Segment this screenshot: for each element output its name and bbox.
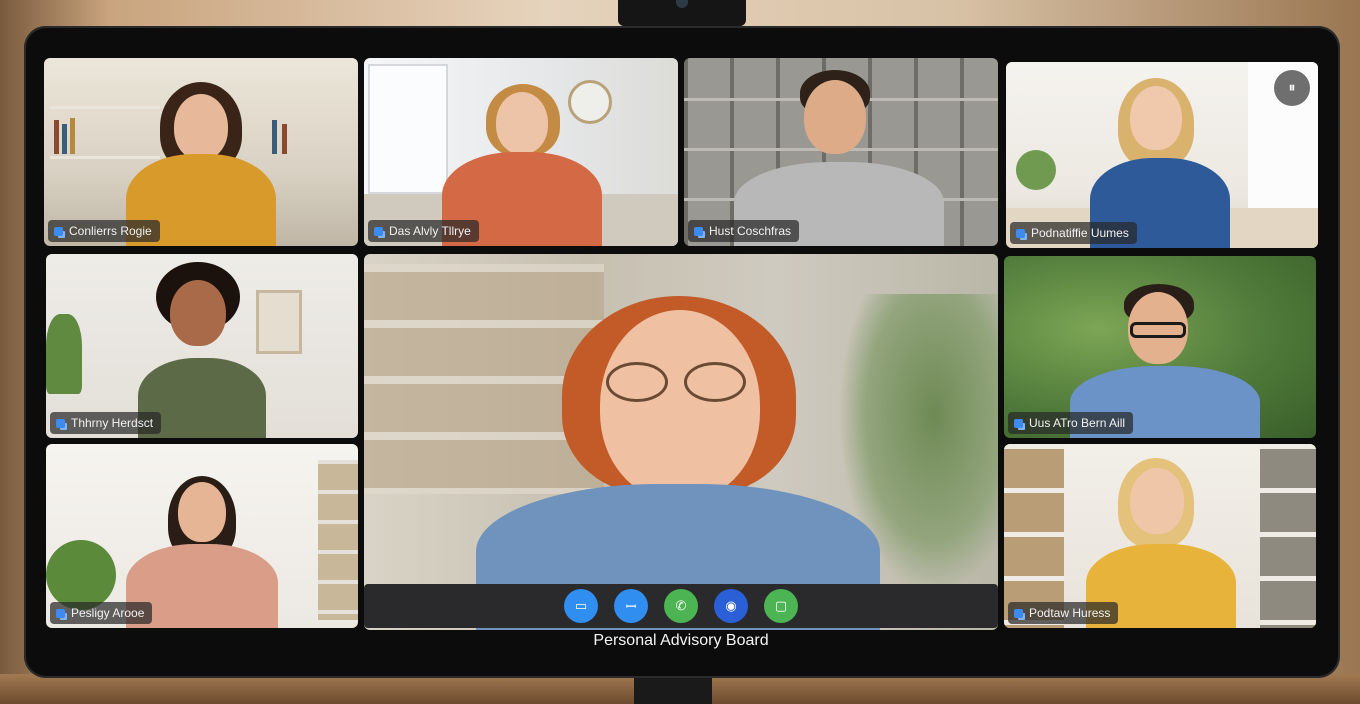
phone-icon: ✆	[675, 598, 687, 614]
mic-icon	[1016, 228, 1025, 238]
participant-tile[interactable]: Das Alvly Tllrye	[364, 58, 678, 246]
bookshelf	[1004, 444, 1064, 628]
mic-icon	[54, 226, 63, 236]
mic-icon	[56, 608, 65, 618]
bookshelf	[1260, 444, 1316, 628]
participant-name: Conlierrs Rogie	[69, 224, 152, 238]
call-button[interactable]: ✆	[664, 589, 698, 623]
pause-icon: ⏸	[1288, 80, 1296, 96]
participant-name: Podtaw Huress	[1029, 606, 1111, 620]
book	[282, 124, 287, 154]
participant-tile[interactable]: ⏸ Podnatiffie Uumes	[1006, 62, 1318, 248]
chat-icon: ▭	[574, 598, 588, 614]
people-icon: ꟷ	[625, 600, 637, 615]
face	[178, 482, 226, 542]
record-icon: ◉	[725, 598, 737, 614]
call-control-bar: ▭ ꟷ ✆ ◉ ▢	[364, 584, 998, 628]
meeting-title: Personal Advisory Board	[593, 632, 769, 649]
participant-name-tag: Das Alvly Tllrye	[368, 220, 479, 242]
book	[54, 120, 59, 154]
face	[170, 280, 226, 346]
mic-icon	[1014, 418, 1023, 428]
bookshelf	[50, 106, 160, 109]
glasses	[1130, 322, 1186, 338]
wall-picture	[256, 290, 302, 354]
monitor-stand	[634, 676, 712, 704]
participant-tile[interactable]: Podtaw Huress	[1004, 444, 1316, 628]
participant-tile[interactable]: Conlierrs Rogie	[44, 58, 358, 246]
mic-icon	[56, 418, 65, 428]
window	[368, 64, 448, 194]
participants-button[interactable]: ꟷ	[614, 589, 648, 623]
participant-name-tag: Pesligy Arooe	[50, 602, 153, 624]
participant-name: Pesligy Arooe	[71, 606, 145, 620]
face	[600, 310, 760, 500]
participant-tile[interactable]: Thhrny Herdsct	[46, 254, 358, 438]
webcam	[618, 0, 746, 26]
webcam-lens	[676, 0, 688, 8]
participant-name-tag: Podtaw Huress	[1008, 602, 1119, 624]
mic-icon	[374, 226, 383, 236]
book	[70, 118, 75, 154]
plant	[1016, 150, 1056, 190]
screen-icon: ▢	[774, 598, 788, 614]
face	[496, 92, 548, 154]
plant	[46, 314, 82, 394]
record-button[interactable]: ◉	[714, 589, 748, 623]
participant-tile[interactable]: Uus ATro Bern Aill	[1004, 256, 1316, 438]
face	[174, 94, 228, 160]
book	[272, 120, 277, 154]
participant-tile[interactable]: Pesligy Arooe	[46, 444, 358, 628]
book	[62, 124, 67, 154]
chat-button[interactable]: ▭	[564, 589, 598, 623]
participant-tile[interactable]: Hust Coschfras	[684, 58, 998, 246]
participant-name-tag: Hust Coschfras	[688, 220, 800, 242]
participant-name: Das Alvly Tllrye	[389, 224, 471, 238]
active-speaker-tile[interactable]	[364, 254, 998, 630]
round-mirror	[568, 80, 612, 124]
glasses	[606, 362, 746, 402]
mic-icon	[1014, 608, 1023, 618]
participant-name-tag: Podnatiffie Uumes	[1010, 222, 1137, 244]
shelf	[318, 460, 358, 620]
face	[1130, 86, 1182, 150]
plant	[46, 540, 116, 610]
participant-name: Uus ATro Bern Aill	[1029, 416, 1126, 430]
face	[804, 80, 866, 154]
participant-name: Thhrny Herdsct	[71, 416, 154, 430]
bookshelf	[50, 156, 160, 159]
menu-button[interactable]: ⏸	[1274, 70, 1310, 106]
monitor-screen: Conlierrs Rogie Das Alvly Tllrye Hust Co…	[24, 26, 1340, 678]
participant-name: Hust Coschfras	[709, 224, 792, 238]
participant-name: Podnatiffie Uumes	[1031, 226, 1129, 240]
participant-name-tag: Thhrny Herdsct	[50, 412, 162, 434]
share-screen-button[interactable]: ▢	[764, 589, 798, 623]
face	[1130, 468, 1184, 534]
participant-name-tag: Uus ATro Bern Aill	[1008, 412, 1134, 434]
mic-icon	[694, 226, 703, 236]
participant-name-tag: Conlierrs Rogie	[48, 220, 160, 242]
